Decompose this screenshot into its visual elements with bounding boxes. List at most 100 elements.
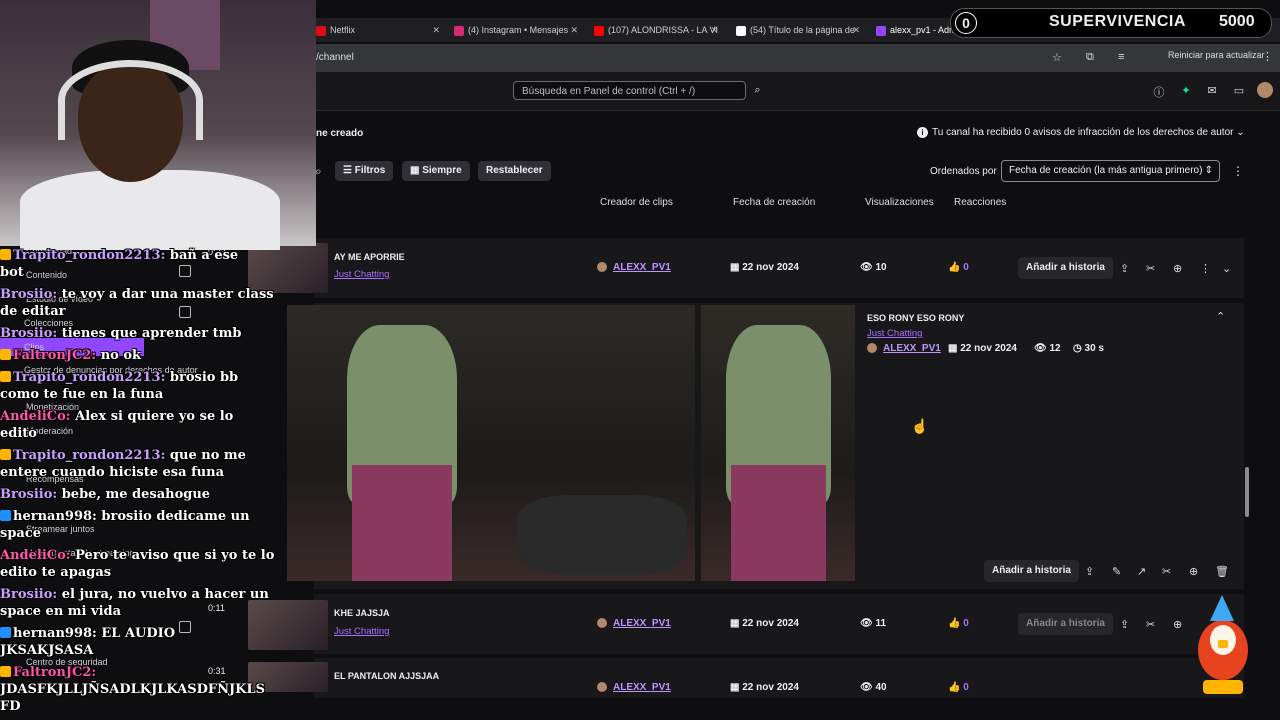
chat-user: Trapito_rondon2213: xyxy=(13,448,166,463)
close-icon[interactable]: ✕ xyxy=(570,18,578,42)
clip-category[interactable]: Just Chatting xyxy=(867,328,922,339)
share-icon[interactable]: ⇪ xyxy=(1120,262,1129,275)
scissors-icon[interactable]: ✂ xyxy=(1162,565,1171,578)
chat-message: JKSAKJSASA xyxy=(0,642,93,659)
help-icon[interactable]: ⓘ xyxy=(1152,84,1166,99)
date-range-button[interactable]: ▦ Siempre xyxy=(402,161,470,181)
search-input[interactable]: Búsqueda en Panel de control (Ctrl + /) xyxy=(513,81,746,100)
clip-creator[interactable]: ALEXX_PV1 xyxy=(867,343,941,354)
clip-video-landscape[interactable] xyxy=(287,305,695,581)
calendar-icon: ▦ xyxy=(730,682,743,693)
copyright-notice[interactable]: i Tu canal ha recibido 0 avisos de infrac… xyxy=(917,127,1245,138)
likes-text: 0 xyxy=(963,682,969,693)
tab-instagram[interactable]: (4) Instagram • Mensajes ✕ xyxy=(454,18,578,42)
clip-title[interactable]: EL PANTALON AJJSJAA xyxy=(334,671,439,681)
close-icon[interactable]: ✕ xyxy=(852,18,860,42)
prime-badge-icon xyxy=(0,510,11,521)
pencil-icon[interactable]: ✎ xyxy=(1112,565,1121,578)
chat-message: FaltronJC2: no ok xyxy=(0,347,141,364)
calendar-icon: ▦ xyxy=(730,618,743,629)
search-icon[interactable]: ⌕ xyxy=(315,164,322,179)
clip-creator[interactable]: ALEXX_PV1 xyxy=(597,262,671,273)
mail-icon[interactable]: ✉ xyxy=(1205,84,1219,98)
plus-circle-icon[interactable]: ⊕ xyxy=(1189,565,1198,578)
sparkle-icon[interactable]: ✦ xyxy=(1179,84,1193,98)
scissors-icon[interactable]: ✂ xyxy=(1146,618,1155,631)
menu-list-icon[interactable]: ≡ xyxy=(1118,51,1124,63)
chat-message: de editar xyxy=(0,303,65,320)
clip-category[interactable]: Just Chatting xyxy=(334,269,389,280)
clip-category[interactable]: Just Chatting xyxy=(334,626,389,637)
filters-button[interactable]: ☰ Filtros xyxy=(335,161,394,181)
plus-circle-icon[interactable]: ⊕ xyxy=(1173,262,1182,275)
chat-message: Trapito_rondon2213: bañ a ese xyxy=(0,247,238,264)
chat-bubble-icon[interactable]: ▭ xyxy=(1232,84,1246,98)
chat-text: space en mi vida xyxy=(0,604,122,619)
chat-message: space xyxy=(0,525,41,542)
chat-message: AndeliCo: Pero te aviso que si yo te lo xyxy=(0,547,274,564)
chat-message: edito xyxy=(0,425,37,442)
crown-badge-icon xyxy=(0,666,11,677)
chat-text: JKSAKJSASA xyxy=(0,643,94,658)
add-story-button[interactable]: Añadir a historia xyxy=(1018,613,1113,635)
tab-netflix[interactable]: Netflix ✕ xyxy=(316,18,440,42)
creator-name: ALEXX_PV1 xyxy=(883,343,941,354)
views-text: 12 xyxy=(1049,343,1061,354)
close-icon[interactable]: ✕ xyxy=(432,18,440,42)
filters-label: Filtros xyxy=(354,165,386,176)
clip-creator[interactable]: ALEXX_PV1 xyxy=(597,618,671,629)
trash-icon[interactable]: 🗑 xyxy=(1215,565,1229,578)
tab-youtube[interactable]: (107) ALONDRISSA - LA VI ✕ xyxy=(594,18,718,42)
chat-user: FaltronJC2: xyxy=(13,665,97,680)
clip-creator[interactable]: ALEXX_PV1 xyxy=(597,682,671,693)
clip-title[interactable]: ESO RONY ESO RONY xyxy=(867,313,964,323)
scissors-icon[interactable]: ✂ xyxy=(1146,262,1155,275)
row-checkbox[interactable] xyxy=(179,306,191,318)
column-header-views[interactable]: Visualizaciones xyxy=(865,197,934,208)
chevron-up-icon[interactable]: ⌃ xyxy=(1216,310,1225,323)
tab-tiktok[interactable]: (54) Título de la página de ✕ xyxy=(736,18,860,42)
column-header-creator[interactable]: Creador de clips xyxy=(600,197,673,208)
kebab-icon[interactable]: ⋮ xyxy=(1200,262,1211,275)
kebab-icon[interactable]: ⋮ xyxy=(1262,50,1273,63)
avatar[interactable] xyxy=(1257,82,1273,98)
close-icon[interactable]: ✕ xyxy=(710,18,718,42)
kebab-icon[interactable]: ⋮ xyxy=(1232,164,1244,178)
share-icon[interactable]: ⇪ xyxy=(1085,565,1094,578)
chat-message: Brosiio: tienes que aprender tmb xyxy=(0,325,242,342)
clip-thumbnail[interactable] xyxy=(248,600,328,650)
clip-views: 👁 12 xyxy=(1034,343,1061,354)
date-text: 22 nov 2024 xyxy=(742,618,799,629)
restart-button[interactable]: Reiniciar para actualizar xyxy=(1168,50,1265,60)
chat-message: Brosiio: el jura, no vuelvo a hacer un xyxy=(0,586,269,603)
column-header-date[interactable]: Fecha de creación xyxy=(733,197,815,208)
add-story-button[interactable]: Añadir a historia xyxy=(1018,257,1113,279)
sidebar-item-contenido[interactable]: Contenido xyxy=(26,270,67,280)
clip-title[interactable]: AY ME APORRIE xyxy=(334,252,405,262)
chat-text: de editar xyxy=(0,304,66,319)
row-checkbox[interactable] xyxy=(179,265,191,277)
extensions-icon[interactable]: ⧉ xyxy=(1086,51,1094,64)
column-header-reactions[interactable]: Reacciones xyxy=(954,197,1006,208)
search-icon[interactable]: ⌕ xyxy=(748,81,767,100)
chat-message: bot xyxy=(0,264,24,281)
chat-text: el jura, no vuelvo a hacer un xyxy=(61,587,269,602)
star-icon[interactable]: ☆ xyxy=(1052,51,1062,64)
sort-select[interactable]: Fecha de creación (la más antigua primer… xyxy=(1001,160,1220,182)
scrollbar-thumb[interactable] xyxy=(1245,467,1249,517)
row-checkbox[interactable] xyxy=(179,621,191,633)
chat-text: entere cuando hiciste esa funa xyxy=(0,465,224,480)
eye-icon: 👁 xyxy=(1034,343,1050,354)
add-story-button[interactable]: Añadir a historia xyxy=(984,560,1079,582)
tab-label: (54) Título de la página de xyxy=(750,25,855,35)
share-icon[interactable]: ⇪ xyxy=(1120,618,1129,631)
twitch-icon xyxy=(876,25,886,36)
chevron-down-icon[interactable]: ⌄ xyxy=(1222,262,1231,275)
plus-circle-icon[interactable]: ⊕ xyxy=(1173,618,1182,631)
clip-title[interactable]: KHE JAJSJA xyxy=(334,608,390,618)
chat-text: como te fue en la funa xyxy=(0,387,164,402)
external-link-icon[interactable]: ↗ xyxy=(1137,565,1146,578)
reset-button[interactable]: Restablecer xyxy=(478,161,551,181)
clip-video-portrait[interactable] xyxy=(701,305,855,581)
url-text[interactable]: /channel xyxy=(316,52,354,63)
